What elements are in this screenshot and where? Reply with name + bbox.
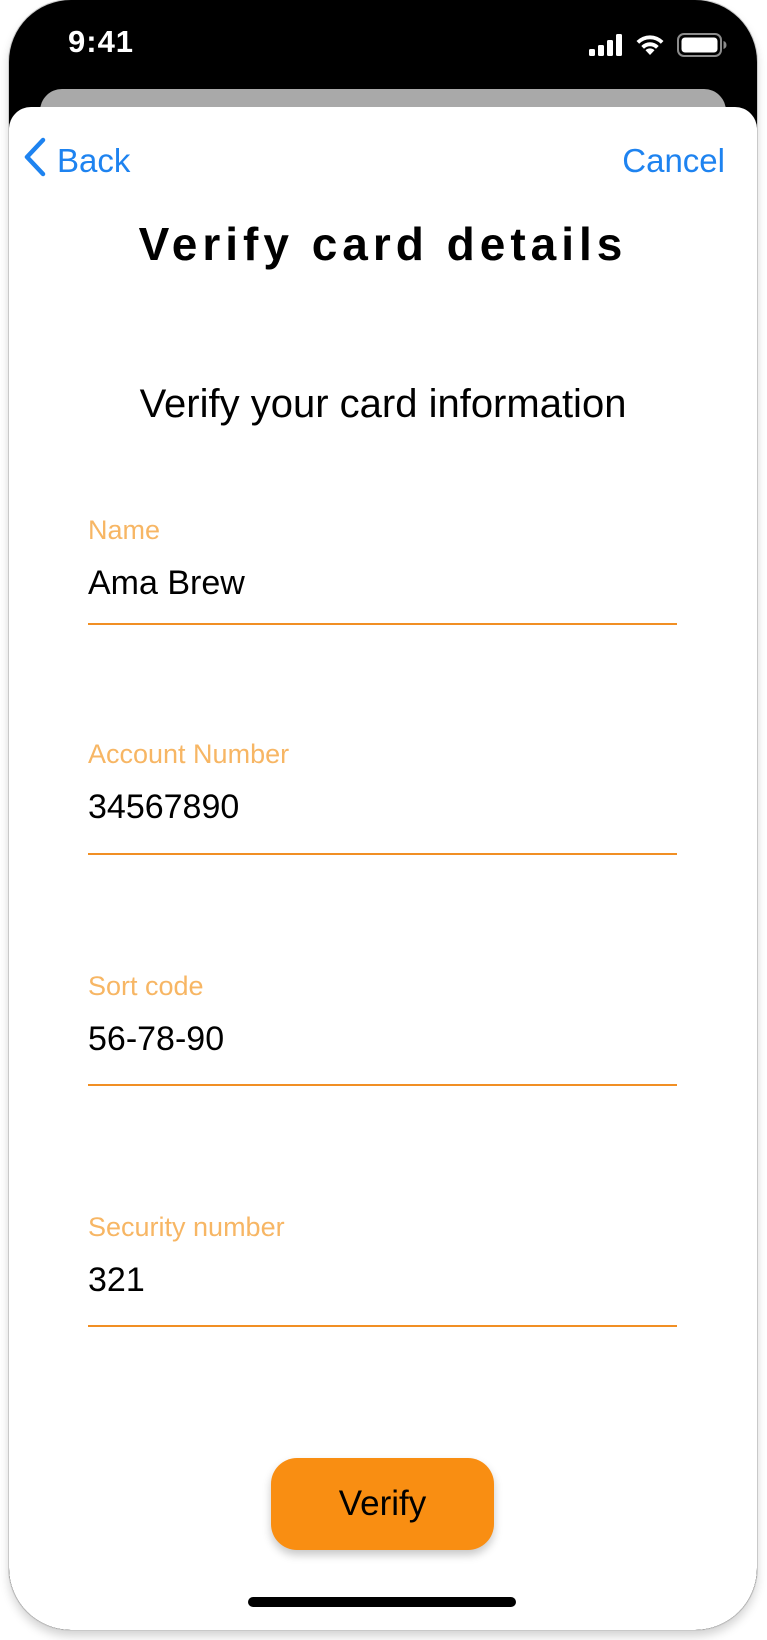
verify-button[interactable]: Verify xyxy=(271,1458,494,1550)
sort-code-field-label: Sort code xyxy=(88,971,204,1001)
page-title: Verify card details xyxy=(138,218,628,270)
name-field-label: Name xyxy=(88,515,161,545)
status-bar: 9:41 xyxy=(9,0,757,90)
status-icons xyxy=(589,33,727,62)
security-number-field[interactable]: Security number 321 xyxy=(88,1212,677,1327)
security-number-field-label: Security number xyxy=(88,1212,285,1242)
account-number-field-label: Account Number xyxy=(88,739,290,769)
sort-code-field[interactable]: Sort code 56-78-90 xyxy=(88,971,677,1086)
page-subtitle: Verify your card information xyxy=(139,382,627,426)
account-number-input[interactable]: 34567890 xyxy=(88,788,677,827)
sort-code-input[interactable]: 56-78-90 xyxy=(88,1020,677,1059)
wifi-icon xyxy=(635,34,665,61)
security-number-input[interactable]: 321 xyxy=(88,1261,677,1300)
chevron-left-icon xyxy=(23,137,47,185)
back-button[interactable]: Back xyxy=(23,137,130,185)
phone-frame: 9:41 Back Cancel Verify card details Ver… xyxy=(9,0,757,1630)
name-field-underline xyxy=(88,623,677,625)
cancel-button[interactable]: Cancel xyxy=(622,142,725,180)
account-number-field-underline xyxy=(88,853,677,855)
name-field[interactable]: Name Ama Brew xyxy=(88,515,677,625)
status-time: 9:41 xyxy=(68,24,135,59)
security-number-field-underline xyxy=(88,1325,677,1327)
cellular-signal-icon xyxy=(589,34,623,61)
account-number-field[interactable]: Account Number 34567890 xyxy=(88,739,677,855)
back-button-label: Back xyxy=(57,142,131,179)
name-input[interactable]: Ama Brew xyxy=(88,564,677,603)
modal-sheet: Back Cancel Verify card details Verify y… xyxy=(9,107,757,1630)
home-indicator xyxy=(248,1597,516,1607)
sort-code-field-underline xyxy=(88,1084,677,1086)
battery-icon xyxy=(677,33,727,62)
